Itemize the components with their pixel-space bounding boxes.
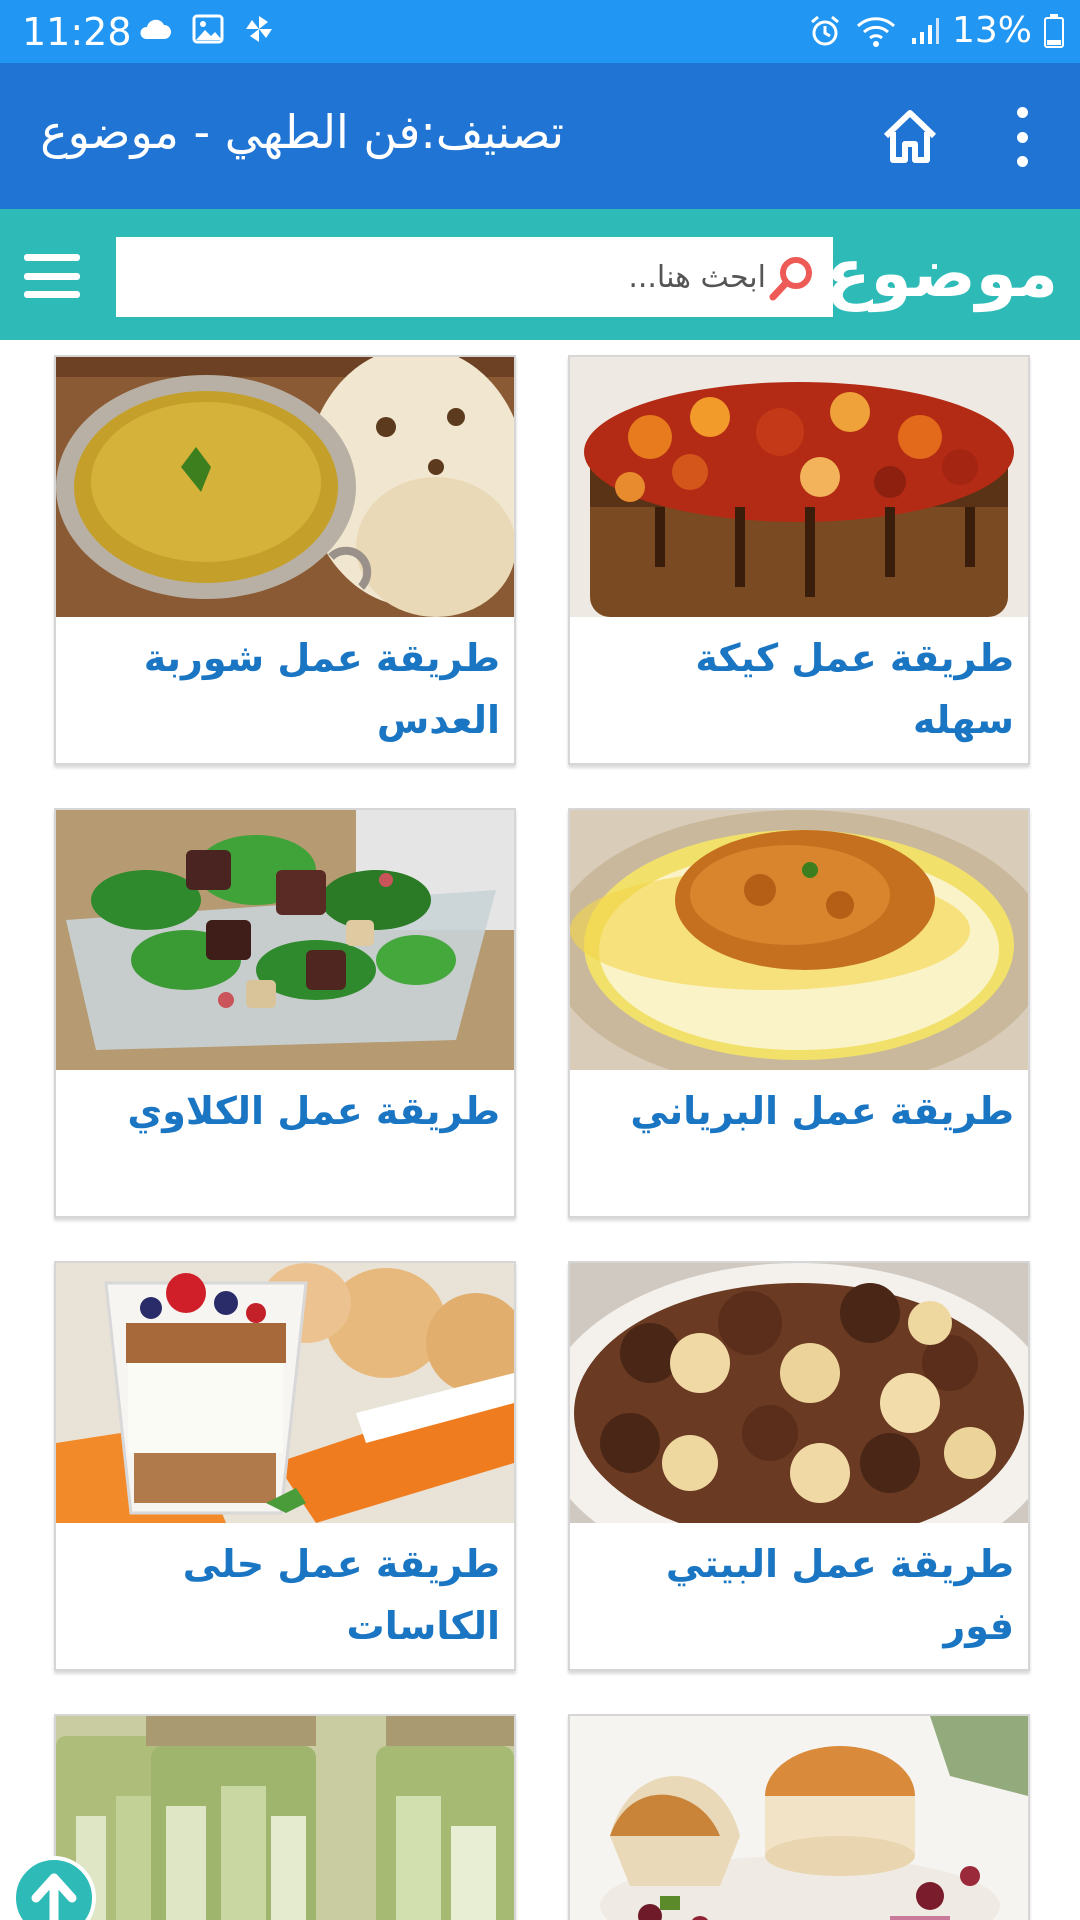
article-thumbnail-seared-scallops: [570, 1716, 1028, 1920]
cloud-icon: [140, 19, 171, 39]
app-bar: تصنيف:فن الطهي - موضوع: [0, 63, 1080, 209]
battery-percent: 13%: [951, 10, 1032, 51]
search-icon[interactable]: [766, 253, 818, 305]
status-time: 11:28: [22, 10, 132, 54]
article-card[interactable]: [54, 1714, 516, 1920]
article-title: طريقة عمل الكلاوي: [127, 1089, 500, 1133]
more-dot-icon: [1016, 131, 1028, 143]
wifi-icon: [856, 16, 896, 47]
article-title: طريقة عمل شوربة العدس: [143, 636, 500, 742]
page-title: تصنيف:فن الطهي - موضوع: [40, 105, 564, 159]
status-system-icons: 13%: [808, 10, 1064, 51]
article-thumbnail-biryani: [570, 810, 1028, 1070]
article-thumbnail-pickles-jars: [56, 1716, 514, 1920]
article-card[interactable]: طريقة عمل كيكة سهله: [568, 355, 1030, 765]
status-bar: 11:28 13%: [0, 0, 1080, 63]
article-thumbnail-kidney-salad: [56, 810, 514, 1070]
article-thumbnail-petit-four: [570, 1263, 1028, 1523]
battery-icon: [1044, 13, 1064, 48]
article-title: طريقة عمل حلى الكاسات: [182, 1542, 500, 1648]
signal-icon: [911, 17, 939, 44]
more-dot-icon: [1016, 156, 1028, 167]
home-button[interactable]: [881, 108, 939, 164]
home-icon: [883, 110, 937, 163]
article-card[interactable]: طريقة عمل الكلاوي: [54, 808, 516, 1218]
more-dot-icon: [1016, 107, 1028, 118]
status-notification-icons: [138, 14, 274, 44]
menu-bar-icon: [24, 291, 80, 298]
image-icon: [192, 14, 224, 44]
article-title: طريقة عمل البيتي فور: [665, 1542, 1014, 1648]
search-box: [116, 237, 833, 317]
site-logo[interactable]: موضوع: [826, 229, 1058, 319]
scroll-to-top-button[interactable]: [12, 1856, 96, 1920]
article-card[interactable]: طريقة عمل البيتي فور: [568, 1261, 1030, 1671]
alarm-icon: [811, 15, 839, 45]
hamburger-menu-button[interactable]: [24, 254, 80, 298]
site-header: موضوع: [0, 209, 1080, 340]
article-thumbnail-fruit-cake: [570, 357, 1028, 617]
arrow-up-icon: [31, 1873, 77, 1920]
article-card[interactable]: طريقة عمل البرياني: [568, 808, 1030, 1218]
overflow-menu-button[interactable]: [1007, 107, 1037, 167]
menu-bar-icon: [24, 254, 80, 261]
article-thumbnail-lentil-soup: [56, 357, 514, 617]
article-card[interactable]: طريقة عمل حلى الكاسات: [54, 1261, 516, 1671]
article-grid: طريقة عمل كيكة سهله طريقة عمل شوربة العد…: [0, 340, 1080, 1920]
article-title: طريقة عمل كيكة سهله: [695, 636, 1014, 742]
article-card[interactable]: [568, 1714, 1030, 1920]
pinwheel-icon: [246, 16, 272, 42]
menu-bar-icon: [24, 272, 80, 280]
article-thumbnail-dessert-cups: [56, 1263, 514, 1523]
article-title: طريقة عمل البرياني: [630, 1089, 1014, 1133]
search-input[interactable]: [126, 237, 766, 317]
article-card[interactable]: طريقة عمل شوربة العدس: [54, 355, 516, 765]
